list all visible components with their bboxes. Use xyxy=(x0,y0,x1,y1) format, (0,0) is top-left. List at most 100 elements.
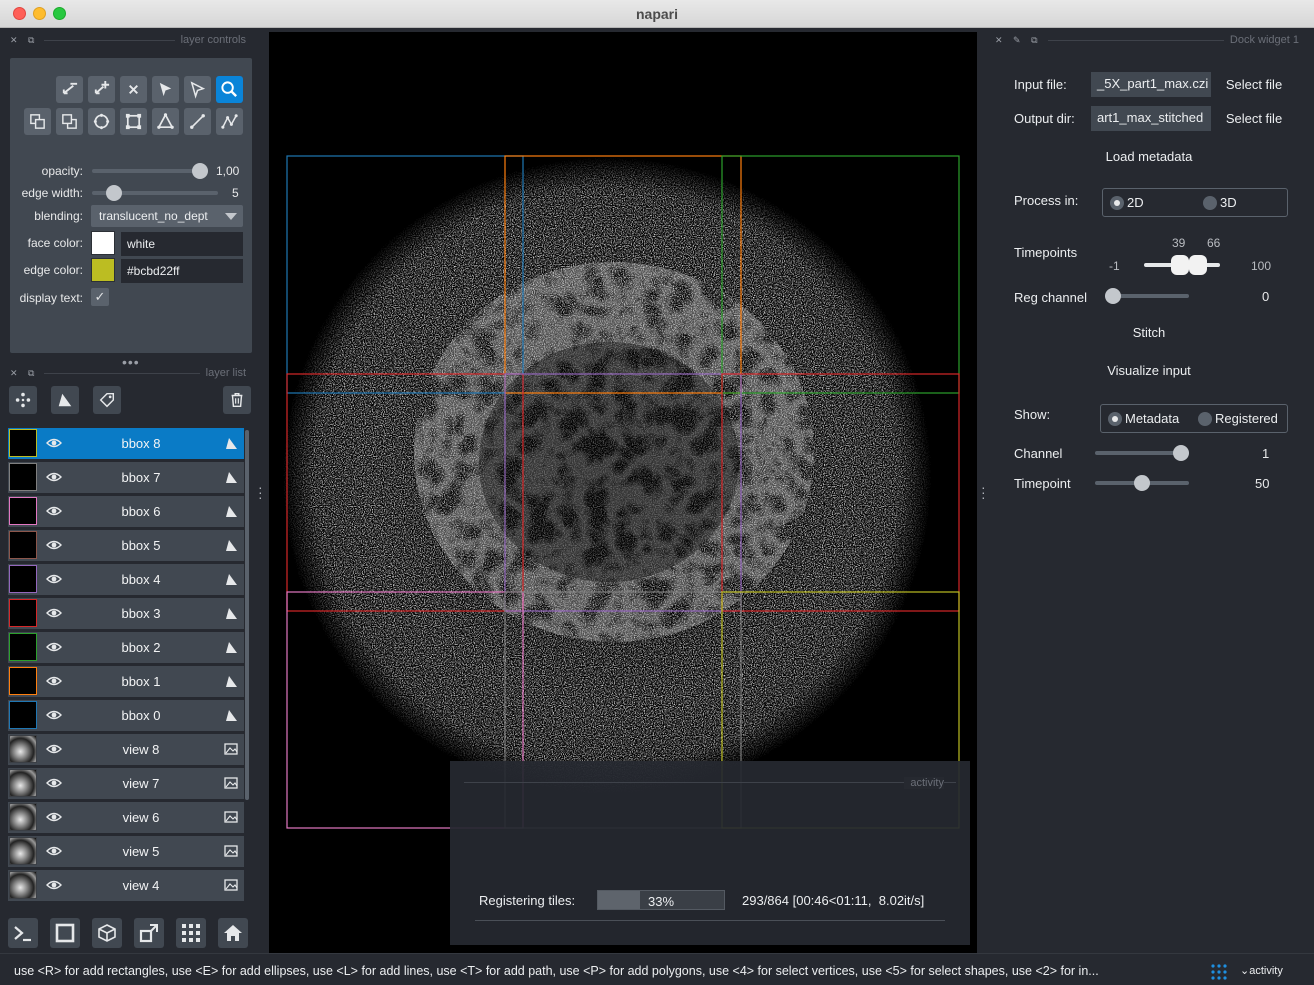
visibility-eye-icon[interactable] xyxy=(46,674,62,688)
reg-channel-value: 0 xyxy=(1262,289,1270,304)
layer-thumbnail xyxy=(9,599,37,627)
layer-row[interactable]: bbox 2 xyxy=(8,632,244,663)
edge-color-swatch[interactable] xyxy=(91,258,115,282)
face-color-swatch[interactable] xyxy=(91,231,115,255)
timepoints-low-handle[interactable] xyxy=(1171,255,1189,275)
dock-widget-header: ✕ ✎ ⧉ Dock widget 1 xyxy=(985,29,1314,51)
reg-channel-handle[interactable] xyxy=(1105,288,1121,304)
opacity-slider-handle[interactable] xyxy=(192,163,208,179)
load-metadata-button[interactable]: Load metadata xyxy=(1089,149,1209,164)
delete-layer-button[interactable] xyxy=(223,386,251,414)
visibility-eye-icon[interactable] xyxy=(46,470,62,484)
add-rectangle-button[interactable] xyxy=(120,108,147,135)
blending-value: translucent_no_dept xyxy=(99,209,208,223)
channel-handle[interactable] xyxy=(1173,445,1189,461)
select-arrow-icon xyxy=(159,82,172,97)
visibility-eye-icon[interactable] xyxy=(46,844,62,858)
visibility-eye-icon[interactable] xyxy=(46,572,62,586)
new-labels-layer-button[interactable] xyxy=(93,386,121,414)
left-dock-resize-handle[interactable]: · · · xyxy=(258,480,263,504)
output-dir-field[interactable]: art1_max_stitched xyxy=(1091,106,1211,131)
ndisplay-button[interactable] xyxy=(50,918,80,948)
add-path-button[interactable] xyxy=(216,108,243,135)
stitch-button[interactable]: Stitch xyxy=(1109,325,1189,340)
edge-color-input[interactable]: #bcbd22ff xyxy=(121,259,243,283)
layer-name: bbox 2 xyxy=(121,640,161,655)
move-front-button[interactable] xyxy=(24,108,51,135)
visibility-eye-icon[interactable] xyxy=(46,708,62,722)
cursor-plus-icon xyxy=(94,80,110,95)
add-point-tool-button[interactable] xyxy=(88,76,115,103)
visibility-eye-icon[interactable] xyxy=(46,606,62,620)
console-button[interactable] xyxy=(8,918,38,948)
timepoint-value: 50 xyxy=(1255,476,1270,491)
roll-dimensions-button[interactable] xyxy=(92,918,122,948)
output-select-file-button[interactable]: Select file xyxy=(1217,111,1291,126)
layer-row[interactable]: bbox 5 xyxy=(8,530,244,561)
timepoints-high-handle[interactable] xyxy=(1189,255,1207,275)
remove-point-tool-button[interactable] xyxy=(56,76,83,103)
radio-registered[interactable] xyxy=(1198,412,1212,426)
display-text-checkbox[interactable]: ✓ xyxy=(91,288,109,306)
add-polygon-button[interactable] xyxy=(152,108,179,135)
visibility-eye-icon[interactable] xyxy=(46,436,62,450)
edge-width-slider-handle[interactable] xyxy=(106,185,122,201)
layer-row[interactable]: bbox 3 xyxy=(8,598,244,629)
visibility-eye-icon[interactable] xyxy=(46,640,62,654)
visibility-eye-icon[interactable] xyxy=(46,504,62,518)
home-icon xyxy=(224,925,242,941)
layer-row[interactable]: view 7 xyxy=(8,768,244,799)
layer-row[interactable]: bbox 6 xyxy=(8,496,244,527)
checkmark-icon: ✓ xyxy=(94,289,106,304)
direct-select-tool-button[interactable] xyxy=(184,76,211,103)
activity-toggle-button[interactable]: ⌄activity xyxy=(1240,964,1283,977)
delete-x-icon xyxy=(129,85,138,94)
layer-row[interactable]: bbox 8 xyxy=(8,428,244,459)
dock-float-icon[interactable]: ✕ ⧉ xyxy=(10,35,38,46)
visibility-eye-icon[interactable] xyxy=(46,878,62,892)
input-file-field[interactable]: _5X_part1_max.czi xyxy=(1091,72,1211,97)
layer-name: bbox 6 xyxy=(121,504,161,519)
layer-row[interactable]: bbox 0 xyxy=(8,700,244,731)
visualize-input-button[interactable]: Visualize input xyxy=(1089,363,1209,378)
dock-close-icon[interactable]: ✕ ✎ ⧉ xyxy=(995,35,1042,46)
layer-list: bbox 8 bbox 7 bbox 6 bbox 5 bbox 4 bbox 3 bbox… xyxy=(8,428,244,908)
layer-row[interactable]: view 4 xyxy=(8,870,244,901)
reset-view-button[interactable] xyxy=(218,918,248,948)
radio-2d[interactable] xyxy=(1110,196,1124,210)
select-shape-tool-button[interactable] xyxy=(152,76,179,103)
new-points-layer-button[interactable] xyxy=(9,386,37,414)
grid-view-button[interactable] xyxy=(176,918,206,948)
layer-name: bbox 5 xyxy=(121,538,161,553)
visibility-eye-icon[interactable] xyxy=(46,776,62,790)
task-progress-bar: 33% xyxy=(597,890,725,910)
timepoint-handle[interactable] xyxy=(1134,475,1150,491)
layer-row[interactable]: view 5 xyxy=(8,836,244,867)
opacity-slider[interactable] xyxy=(92,169,208,173)
layer-row[interactable]: view 8 xyxy=(8,734,244,765)
shapes-layer-icon xyxy=(226,540,237,551)
line-icon xyxy=(190,114,205,129)
visibility-eye-icon[interactable] xyxy=(46,742,62,756)
radio-metadata[interactable] xyxy=(1108,412,1122,426)
timepoints-max: 100 xyxy=(1251,259,1272,273)
move-back-button[interactable] xyxy=(56,108,83,135)
visibility-eye-icon[interactable] xyxy=(46,538,62,552)
layer-row[interactable]: bbox 1 xyxy=(8,666,244,697)
new-shapes-layer-button[interactable] xyxy=(51,386,79,414)
layer-list-scrollbar[interactable] xyxy=(245,430,249,800)
delete-shape-button[interactable] xyxy=(120,76,147,103)
zoom-tool-button[interactable] xyxy=(216,76,243,103)
radio-3d[interactable] xyxy=(1203,196,1217,210)
layer-row[interactable]: view 6 xyxy=(8,802,244,833)
dock-float-icon[interactable]: ✕ ⧉ xyxy=(10,368,38,379)
layer-row[interactable]: bbox 4 xyxy=(8,564,244,595)
blending-dropdown[interactable]: translucent_no_dept xyxy=(91,205,243,227)
visibility-eye-icon[interactable] xyxy=(46,810,62,824)
transpose-button[interactable] xyxy=(134,918,164,948)
input-select-file-button[interactable]: Select file xyxy=(1217,77,1291,92)
layer-row[interactable]: bbox 7 xyxy=(8,462,244,493)
add-ellipse-button[interactable] xyxy=(88,108,115,135)
add-line-button[interactable] xyxy=(184,108,211,135)
face-color-input[interactable]: white xyxy=(121,232,243,256)
